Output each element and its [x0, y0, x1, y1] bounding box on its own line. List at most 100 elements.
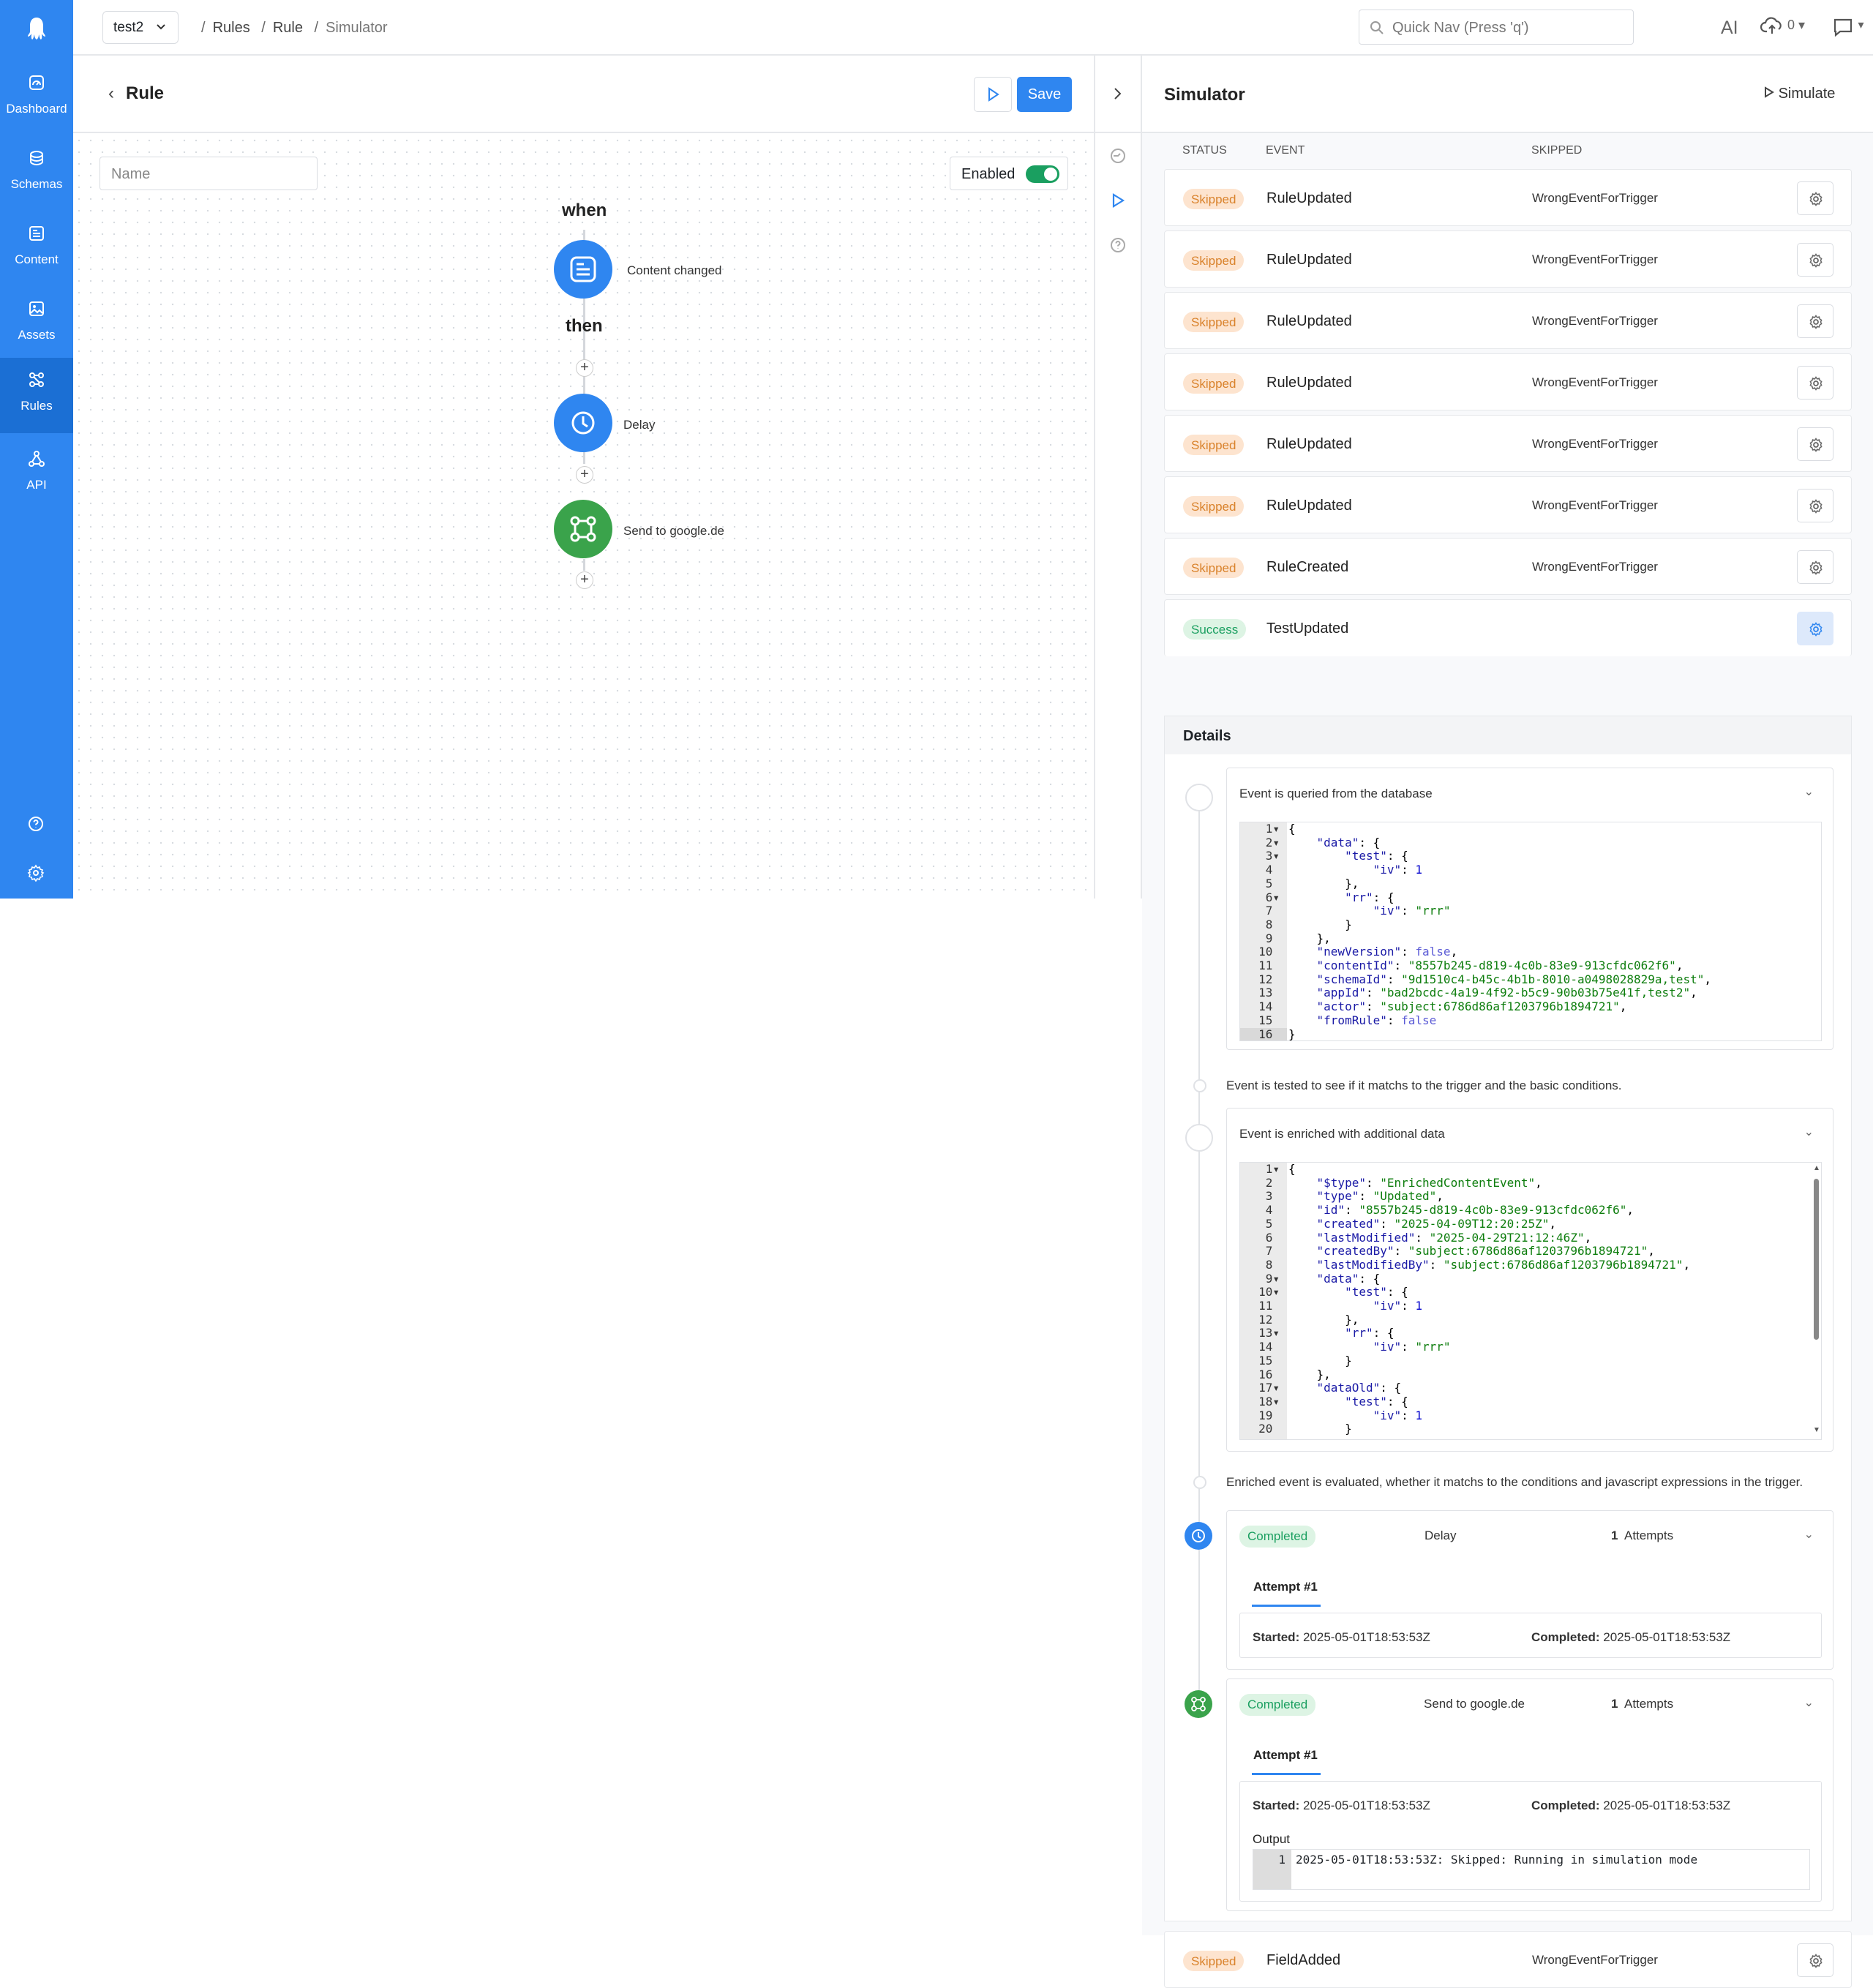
step-test: Event is tested to see if it matchs to t… — [1226, 1079, 1622, 1092]
code-text: { "data": { "test": { "iv": 1 }, "rr": {… — [1288, 822, 1711, 1041]
status-badge: Skipped — [1183, 312, 1245, 332]
status-badge: Skipped — [1183, 250, 1245, 271]
chevron-down-icon[interactable]: ⌄ — [1804, 1527, 1814, 1542]
event-details: Details Event is queried from the databa… — [1164, 716, 1852, 1921]
nav-label: Rules — [20, 399, 53, 413]
breadcrumb: / Rules / Rule / Simulator — [201, 20, 388, 36]
webhook-node[interactable] — [554, 500, 612, 558]
history-icon[interactable] — [1110, 148, 1126, 164]
chat-button[interactable]: ▾ — [1833, 18, 1863, 40]
dashboard-icon — [29, 75, 44, 90]
add-step-button[interactable]: + — [576, 571, 593, 589]
page-title: ‹ Rule — [108, 83, 164, 104]
nav-dashboard[interactable]: Dashboard — [0, 61, 73, 136]
action-name: Delay — [1425, 1528, 1457, 1542]
enabled-toggle-box[interactable]: Enabled — [950, 157, 1068, 190]
gear-icon — [1809, 1954, 1823, 1968]
column-status: STATUS — [1182, 144, 1227, 157]
content-icon — [29, 226, 44, 241]
chevron-down-icon[interactable]: ⌄ — [1804, 1125, 1814, 1139]
ai-button[interactable]: AI — [1721, 18, 1738, 39]
app-selector[interactable]: test2 — [102, 11, 179, 44]
chevron-down-icon[interactable]: ⌄ — [1804, 1695, 1814, 1710]
webhook-label: Send to google.de — [623, 524, 725, 538]
delay-node[interactable] — [554, 394, 612, 452]
skip-reason: WrongEventForTrigger — [1532, 375, 1658, 389]
event-name: RuleUpdated — [1266, 498, 1352, 514]
action-delay: Completed Delay 1 Attempts ⌄ Attempt #1 … — [1226, 1510, 1833, 1670]
nav-api[interactable]: API — [0, 437, 73, 512]
gear-icon — [1809, 622, 1823, 637]
simulate-button[interactable]: Simulate — [1764, 86, 1835, 102]
details-button[interactable] — [1797, 612, 1833, 645]
event-row[interactable]: Skipped RuleUpdated WrongEventForTrigger — [1164, 169, 1852, 226]
save-button[interactable]: Save — [1017, 77, 1072, 112]
event-row[interactable]: Skipped RuleCreated WrongEventForTrigger — [1164, 538, 1852, 595]
details-button[interactable] — [1797, 427, 1833, 461]
details-button[interactable] — [1797, 489, 1833, 522]
event-row[interactable]: Skipped RuleUpdated WrongEventForTrigger — [1164, 476, 1852, 533]
output-editor[interactable]: 1 2025-05-01T18:53:53Z: Skipped: Running… — [1253, 1849, 1810, 1890]
nav-assets[interactable]: Assets — [0, 287, 73, 362]
status-badge: Skipped — [1183, 496, 1245, 517]
event-row[interactable]: Skipped FieldAdded WrongEventForTrigger — [1164, 1931, 1852, 1988]
settings-icon[interactable] — [27, 864, 45, 882]
details-button[interactable] — [1797, 550, 1833, 584]
code-editor-enriched[interactable]: 1▾ 2 3 4 5 6 7 8 9▾ 10▾ 11 12 13▾ 14 15 16 1… — [1239, 1162, 1822, 1440]
scrollbar-thumb[interactable] — [1814, 1179, 1819, 1340]
chevron-right-icon[interactable] — [1110, 86, 1125, 101]
add-step-button[interactable]: + — [576, 359, 593, 377]
test-rule-button[interactable] — [974, 77, 1012, 112]
delay-label: Delay — [623, 418, 656, 432]
breadcrumb-rule[interactable]: Rule — [273, 20, 303, 36]
quick-nav-input[interactable]: Quick Nav (Press 'q') — [1359, 10, 1634, 45]
event-row[interactable]: Skipped RuleUpdated WrongEventForTrigger — [1164, 230, 1852, 288]
details-button[interactable] — [1797, 1943, 1833, 1977]
event-row[interactable]: Skipped RuleUpdated WrongEventForTrigger — [1164, 353, 1852, 410]
nav-schemas[interactable]: Schemas — [0, 136, 73, 211]
attempt-tab[interactable]: Attempt #1 — [1252, 1580, 1321, 1607]
event-row[interactable]: Skipped RuleUpdated WrongEventForTrigger — [1164, 292, 1852, 349]
skip-reason: WrongEventForTrigger — [1532, 498, 1658, 512]
rule-name-input[interactable]: Name — [100, 157, 318, 190]
event-row[interactable]: Skipped RuleUpdated WrongEventForTrigger — [1164, 415, 1852, 472]
event-name: RuleUpdated — [1266, 190, 1352, 206]
add-step-button[interactable]: + — [576, 466, 593, 484]
skip-reason: WrongEventForTrigger — [1532, 314, 1658, 328]
details-button[interactable] — [1797, 181, 1833, 215]
action-header[interactable]: Completed Send to google.de 1 Attempts ⌄ — [1227, 1679, 1833, 1728]
code-editor-event[interactable]: 1▾ 2▾ 3▾ 4 5 6▾ 7 8 9 10 11 12 13 14 15 16 {… — [1239, 822, 1822, 1041]
play-icon[interactable] — [1110, 192, 1126, 209]
breadcrumb-rules[interactable]: Rules — [213, 20, 250, 36]
when-label: when — [562, 200, 607, 220]
help-icon[interactable] — [27, 815, 45, 833]
nav-label: Assets — [18, 328, 56, 342]
enabled-toggle[interactable] — [1026, 165, 1059, 183]
details-button[interactable] — [1797, 366, 1833, 400]
output-label: Output — [1253, 1832, 1291, 1846]
rule-header: ‹ Rule Save — [73, 56, 1094, 133]
nav-content[interactable]: Content — [0, 211, 73, 287]
squidex-logo-icon[interactable] — [26, 16, 48, 41]
code-scrollbar[interactable]: ▲ ▼ — [1811, 1164, 1821, 1438]
action-header[interactable]: Completed Delay 1 Attempts ⌄ — [1227, 1511, 1833, 1559]
skip-reason: WrongEventForTrigger — [1532, 437, 1658, 451]
chevron-down-icon[interactable]: ⌄ — [1804, 784, 1814, 799]
event-row[interactable]: Success TestUpdated — [1164, 599, 1852, 656]
clock-icon — [571, 411, 595, 435]
trigger-node[interactable] — [554, 240, 612, 299]
attempts: 1 Attempts — [1611, 1528, 1674, 1542]
quick-nav-placeholder: Quick Nav (Press 'q') — [1392, 20, 1529, 36]
status-badge: Skipped — [1183, 373, 1245, 394]
help-icon[interactable] — [1110, 237, 1126, 253]
details-button[interactable] — [1797, 243, 1833, 277]
event-name: RuleUpdated — [1266, 436, 1352, 452]
back-chevron-icon[interactable]: ‹ — [108, 83, 114, 103]
uploads-button[interactable]: 0 ▾ — [1760, 16, 1805, 35]
output-text: 2025-05-01T18:53:53Z: Skipped: Running i… — [1296, 1853, 1698, 1867]
attempt-tab[interactable]: Attempt #1 — [1252, 1748, 1321, 1775]
gear-icon — [1809, 253, 1823, 268]
enabled-label: Enabled — [961, 166, 1016, 182]
nav-rules[interactable]: Rules — [0, 358, 73, 433]
details-button[interactable] — [1797, 304, 1833, 338]
